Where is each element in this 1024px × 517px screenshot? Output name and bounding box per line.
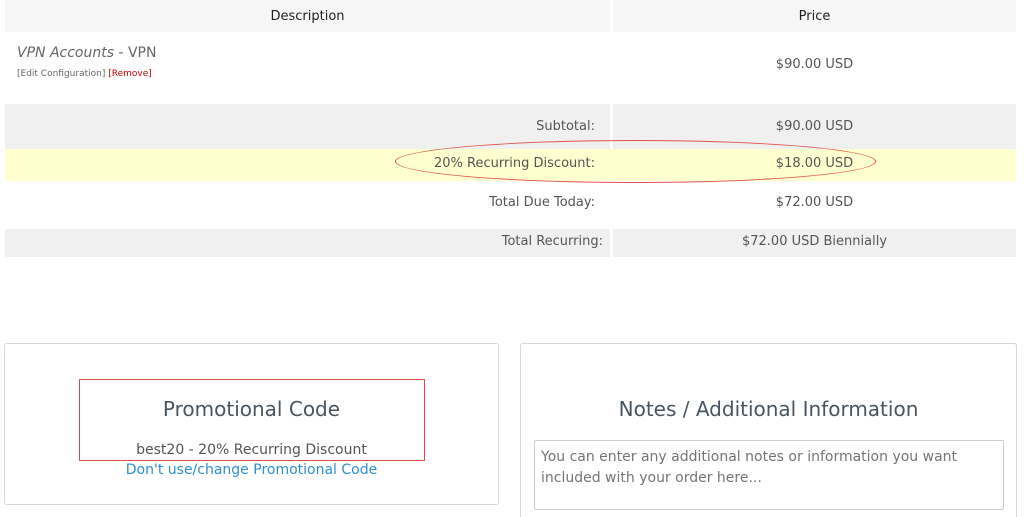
promo-title: Promotional Code bbox=[162, 397, 341, 421]
price-header: Price bbox=[613, 0, 1016, 32]
total-recurring-value: $72.00 USD Biennially bbox=[741, 234, 888, 249]
discount-value: $18.00 USD bbox=[775, 156, 854, 171]
table-header: Description Price bbox=[5, 0, 1016, 32]
item-price: $90.00 USD bbox=[775, 57, 854, 72]
notes-textarea[interactable] bbox=[534, 440, 1004, 510]
total-recurring-label: Total Recurring: bbox=[501, 234, 603, 249]
description-header: Description bbox=[5, 0, 610, 32]
subtotal-row: Subtotal: $90.00 USD bbox=[5, 104, 1016, 149]
cart-item-row: VPN Accounts - VPN [Edit Configuration] … bbox=[5, 32, 1016, 104]
remove-item-link[interactable]: [Remove] bbox=[108, 69, 152, 79]
notes-panel: Notes / Additional Information bbox=[520, 343, 1017, 517]
item-separator: - bbox=[114, 45, 128, 61]
subtotal-label: Subtotal: bbox=[536, 119, 595, 134]
item-description: VPN Accounts - VPN [Edit Configuration] … bbox=[5, 32, 610, 104]
discount-label: 20% Recurring Discount: bbox=[433, 156, 595, 171]
total-due-label: Total Due Today: bbox=[489, 195, 595, 210]
item-category: VPN Accounts bbox=[17, 45, 115, 61]
total-due-row: Total Due Today: $72.00 USD bbox=[5, 181, 1016, 226]
item-title: VPN Accounts - VPN bbox=[17, 45, 598, 61]
item-name: VPN bbox=[127, 45, 157, 61]
item-links: [Edit Configuration] [Remove] bbox=[17, 69, 598, 79]
subtotal-value: $90.00 USD bbox=[775, 119, 854, 134]
applied-promo-code: best20 - 20% Recurring Discount bbox=[136, 442, 367, 458]
promo-code-panel: Promotional Code best20 - 20% Recurring … bbox=[4, 343, 499, 505]
total-recurring-row: Total Recurring: $72.00 USD Biennially bbox=[5, 229, 1016, 257]
total-due-value: $72.00 USD bbox=[775, 195, 854, 210]
notes-title: Notes / Additional Information bbox=[618, 397, 919, 421]
change-promo-link[interactable]: Don't use/change Promotional Code bbox=[5, 462, 498, 478]
discount-row: 20% Recurring Discount: $18.00 USD bbox=[5, 149, 1016, 181]
edit-configuration-link[interactable]: [Edit Configuration] bbox=[17, 69, 105, 79]
